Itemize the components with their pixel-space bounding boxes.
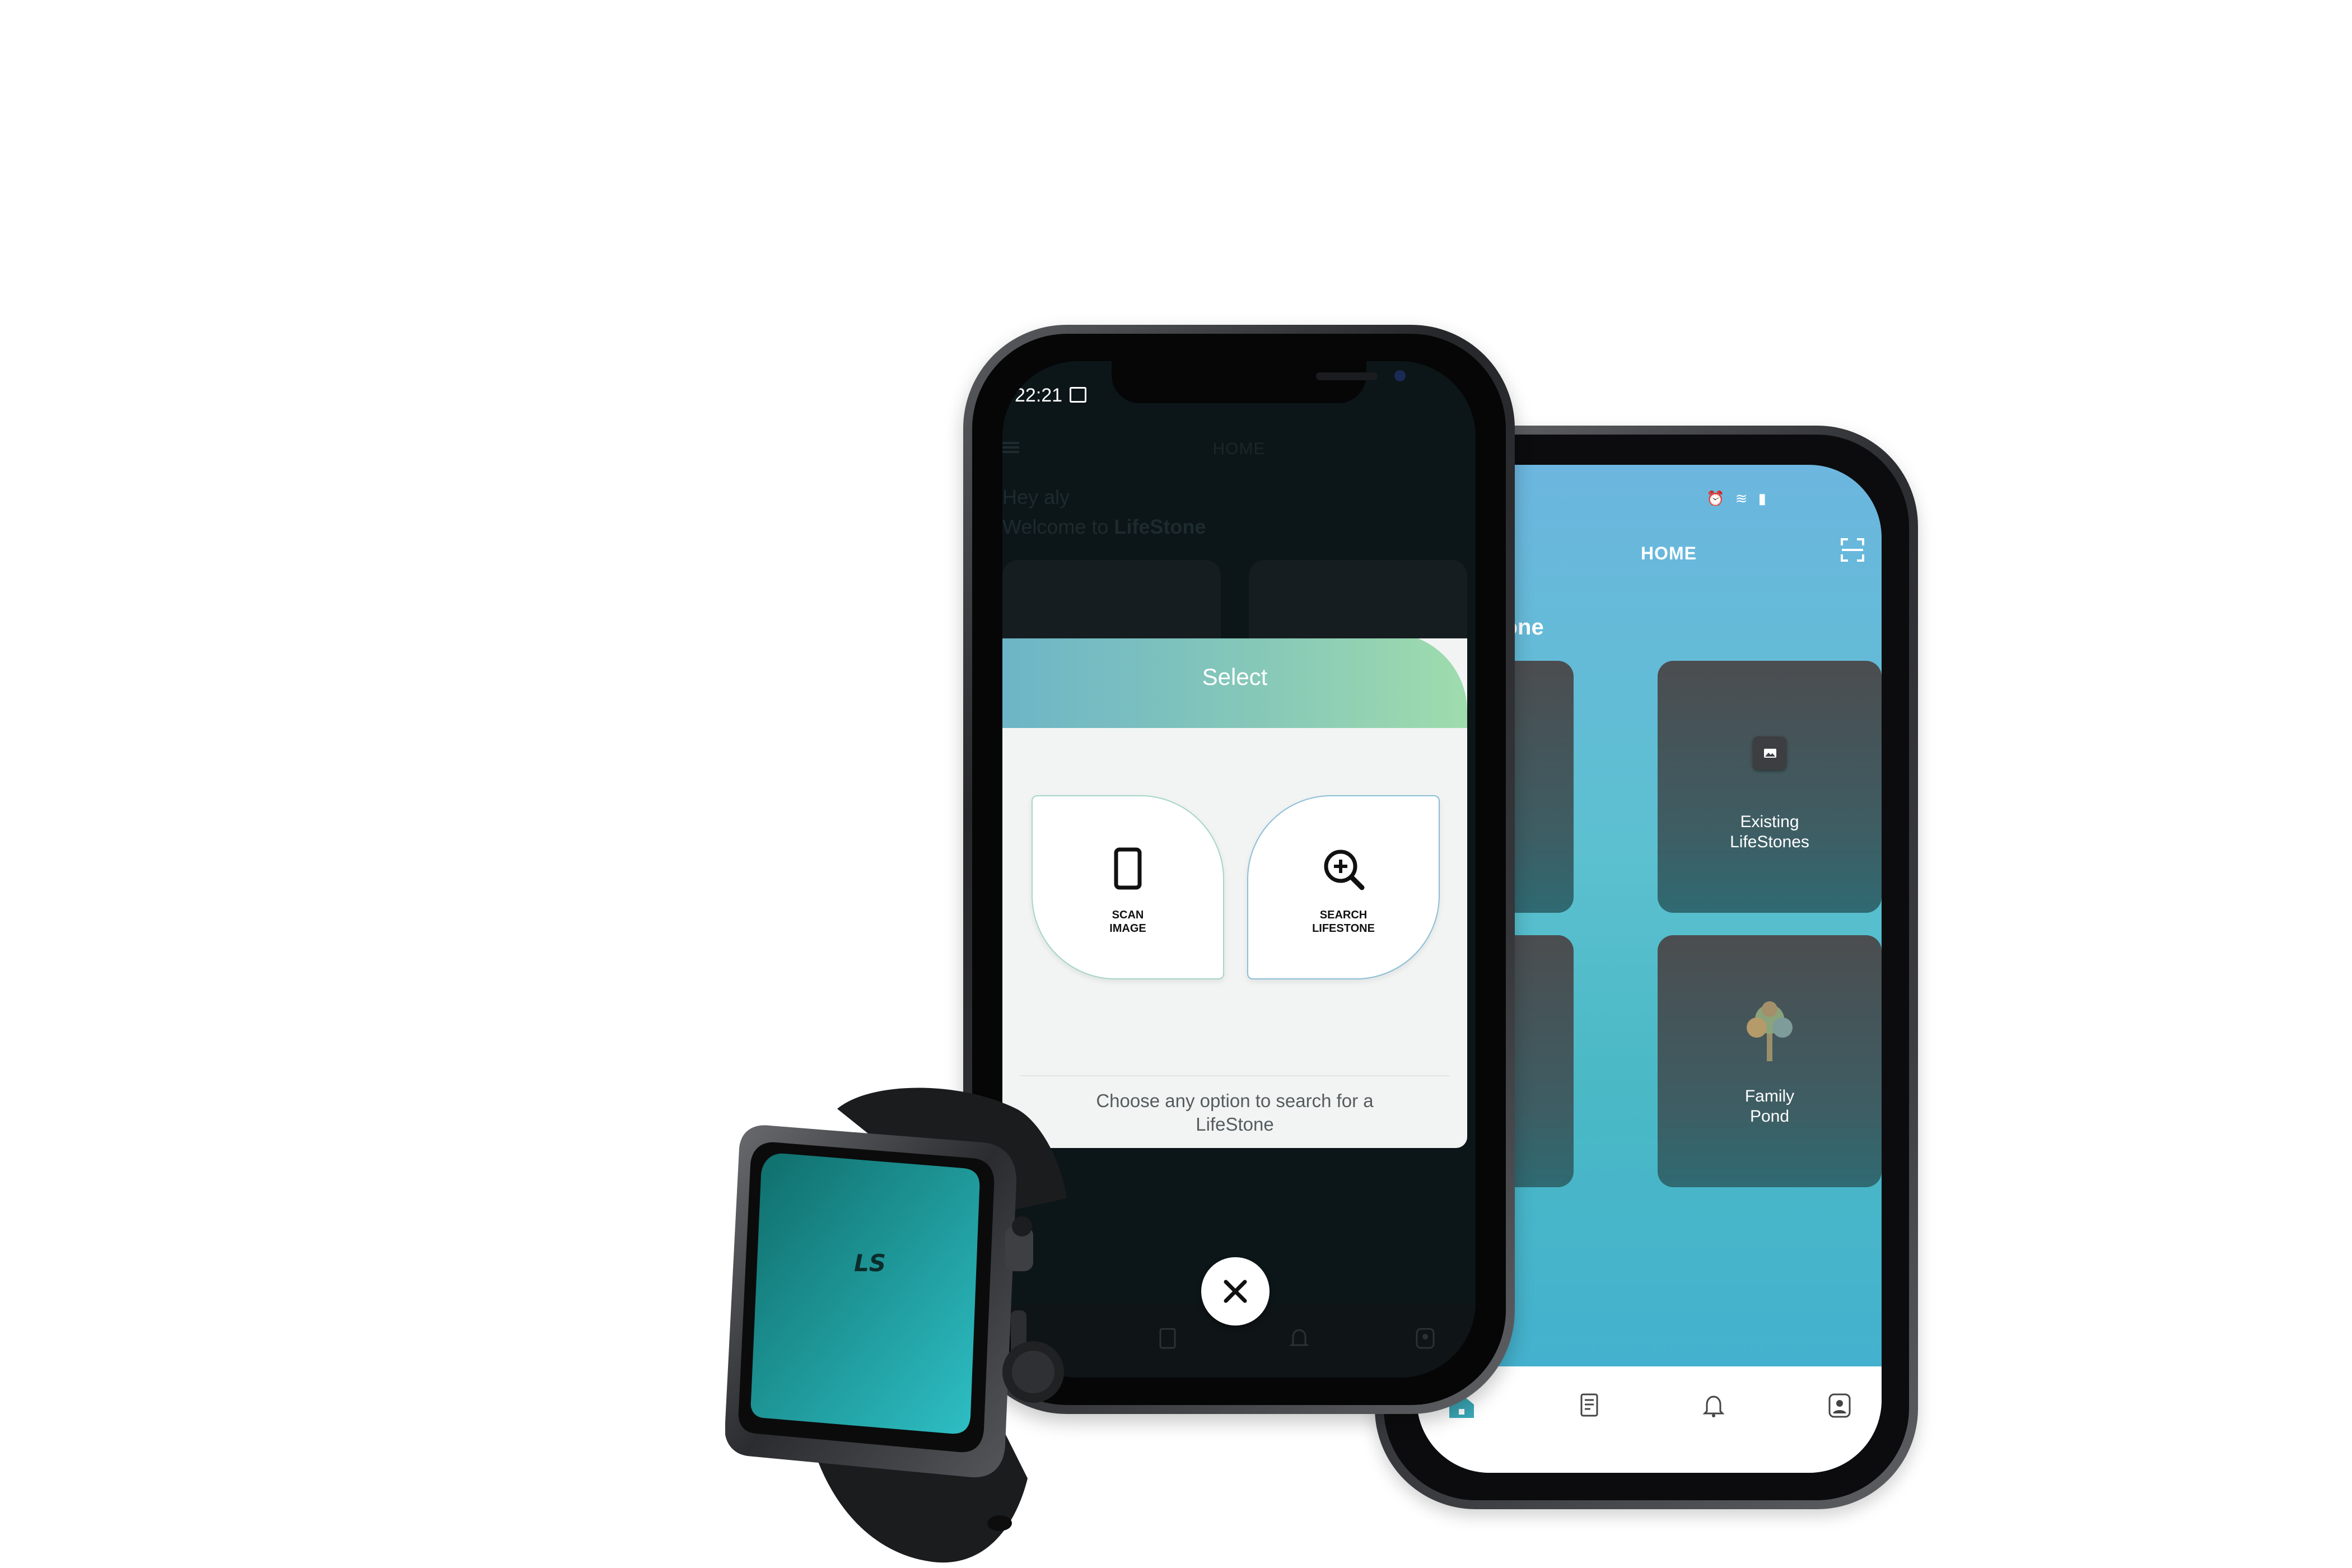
notes-icon[interactable]	[1154, 1324, 1182, 1352]
page-title: HOME	[1212, 440, 1266, 458]
profile-icon[interactable]	[1823, 1389, 1856, 1422]
greeting: Hey aly	[1002, 486, 1070, 508]
close-icon	[1224, 1280, 1247, 1303]
modal-header: Select	[1002, 638, 1467, 728]
bottom-nav	[1417, 1366, 1882, 1473]
welcome-text: Welcome to LifeStone	[1002, 515, 1206, 538]
close-button[interactable]	[1201, 1257, 1270, 1326]
bell-icon[interactable]	[1697, 1389, 1730, 1422]
tile-label: LifeStones	[1730, 833, 1809, 851]
family-pond-tile[interactable]: Family Pond	[1658, 935, 1882, 1187]
page-title: HOME	[1641, 543, 1697, 563]
tile-label: Pond	[1749, 1107, 1790, 1126]
tablet-icon	[1114, 847, 1142, 890]
modal-title: Select	[1202, 664, 1268, 690]
bell-icon[interactable]	[1285, 1324, 1313, 1352]
search-lifestone-option[interactable]: SEARCH LIFESTONE	[1247, 795, 1440, 979]
select-modal: Select SCAN IMAGE SEARCH LIFESTONE Choos…	[1002, 638, 1467, 1148]
profile-icon[interactable]	[1411, 1324, 1439, 1352]
option-label: SEARCH	[1319, 909, 1368, 921]
gallery-icon	[1070, 387, 1086, 403]
status-icons: ⏰ ≋ ▮	[1706, 490, 1770, 507]
option-label: IMAGE	[1109, 922, 1146, 935]
divider	[1020, 1075, 1449, 1076]
option-label: LIFESTONE	[1312, 922, 1375, 935]
camera-icon	[1394, 370, 1406, 381]
smartwatch: LS	[725, 1088, 1067, 1563]
scan-image-option[interactable]: SCAN IMAGE	[1032, 795, 1224, 979]
option-label: SCAN	[1112, 909, 1144, 921]
existing-lifestones-tile[interactable]: Existing LifeStones	[1658, 661, 1882, 913]
search-plus-icon	[1324, 850, 1365, 890]
watch-logo: LS	[854, 1249, 886, 1277]
image-icon	[1753, 736, 1786, 770]
tile-label: Existing	[1740, 813, 1799, 831]
tree-icon	[1747, 1001, 1793, 1061]
notes-icon[interactable]	[1572, 1389, 1606, 1422]
notch	[1112, 361, 1406, 403]
status-time: 22:21	[1015, 385, 1063, 406]
tile-label: Family	[1744, 1087, 1795, 1105]
scan-icon[interactable]	[1840, 538, 1865, 562]
